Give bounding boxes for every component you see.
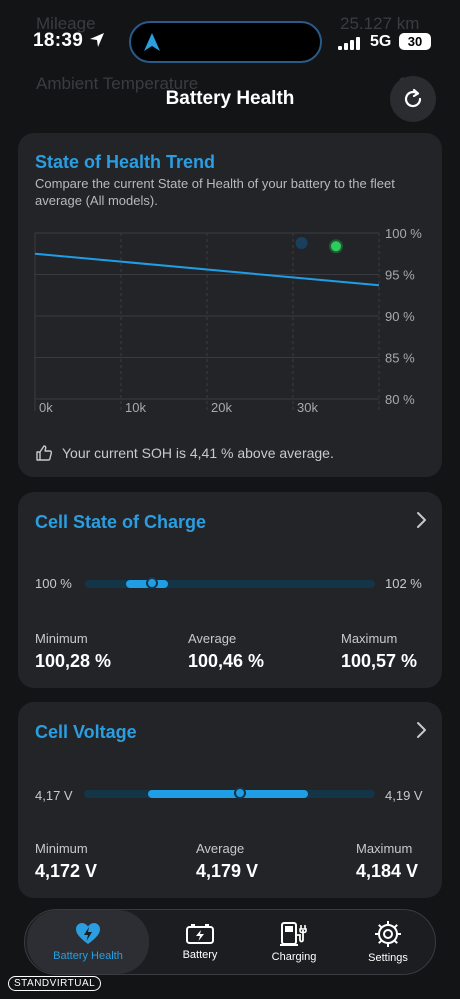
battery-level-indicator: 30 (399, 33, 431, 50)
cell-soc-title: Cell State of Charge (35, 512, 207, 532)
cell-voltage-fill (148, 790, 309, 798)
navigation-icon (144, 33, 160, 51)
tab-charging[interactable]: Charging (247, 910, 341, 974)
status-time: 18:39 (33, 30, 84, 51)
soh-hint: Your current SOH is 4,41 % above average… (35, 444, 334, 462)
watermark: STANDVIRTUAL (8, 976, 102, 991)
cell-soc-average-marker (145, 577, 158, 589)
cell-soc-range-max: 102 % (385, 576, 422, 591)
cell-voltage-average-marker (233, 787, 246, 799)
x-tick-label: 30k (297, 400, 318, 415)
cellular-signal-icon (338, 37, 360, 50)
x-tick-label: 20k (211, 400, 232, 415)
network-type: 5G (370, 33, 392, 50)
cell-voltage-card[interactable]: Cell Voltage 4,17 V 4,19 V Minimum 4,172… (18, 702, 442, 898)
x-tick-label: 10k (125, 400, 146, 415)
charging-station-icon (280, 922, 307, 946)
cell-soc-range-min: 100 % (35, 576, 72, 591)
tab-battery[interactable]: Battery (155, 910, 245, 974)
status-bar: 18:39 5G 30 (0, 0, 460, 88)
cell-voltage-range-max: 4,19 V (385, 788, 423, 803)
location-arrow-icon (90, 33, 104, 47)
cell-voltage-minimum: Minimum 4,172 V (35, 841, 97, 882)
cell-soc-average: Average 100,46 % (188, 631, 264, 672)
stat-value: 100,57 % (341, 651, 418, 671)
cell-soc-card[interactable]: Cell State of Charge 100 % 102 % Minimum… (18, 492, 442, 688)
soh-hint-text: Your current SOH is 4,41 % above average… (62, 445, 334, 461)
stat-value: 100,28 % (35, 651, 112, 671)
cell-voltage-track (84, 787, 375, 799)
refresh-button[interactable] (390, 76, 436, 122)
y-tick-label: 85 % (385, 351, 415, 366)
stat-value: 4,179 V (196, 861, 259, 881)
y-tick-label: 100 % (385, 227, 422, 241)
stat-label: Maximum (356, 841, 413, 856)
stat-value: 4,172 V (35, 861, 98, 881)
stat-value: 4,184 V (356, 861, 419, 881)
tab-settings[interactable]: Settings (343, 910, 433, 974)
cell-voltage-average: Average 4,179 V (196, 841, 258, 882)
battery-bolt-icon (186, 924, 214, 944)
tab-label: Charging (271, 951, 317, 963)
stat-label: Average (188, 631, 237, 646)
tab-battery-health[interactable]: Battery Health (27, 910, 149, 974)
tab-bar: Battery Health Battery Charging Settings (24, 909, 436, 975)
stat-value: 100,46 % (188, 651, 265, 671)
chevron-right-icon[interactable] (416, 721, 428, 739)
soh-chart: 100 % 95 % 90 % 85 % 80 % 0k 10k 20k 30k (34, 227, 422, 415)
chevron-right-icon[interactable] (416, 511, 428, 529)
cell-soc-maximum: Maximum 100,57 % (341, 631, 417, 672)
tab-label: Battery (182, 949, 218, 961)
stat-label: Minimum (35, 841, 88, 856)
thumbs-up-icon (36, 445, 53, 461)
heart-bolt-icon (76, 923, 100, 944)
stat-label: Maximum (341, 631, 398, 646)
current-soh-point (331, 241, 341, 252)
gear-icon (375, 921, 401, 947)
cell-voltage-title: Cell Voltage (35, 722, 137, 742)
stat-label: Average (196, 841, 245, 856)
y-tick-label: 80 % (385, 392, 415, 407)
cell-soc-track (85, 577, 375, 589)
cell-voltage-maximum: Maximum 4,184 V (356, 841, 418, 882)
tab-label: Settings (368, 952, 408, 964)
tab-label: Battery Health (53, 950, 123, 962)
stat-label: Minimum (35, 631, 88, 646)
cell-voltage-range-min: 4,17 V (35, 788, 73, 803)
cell-soc-minimum: Minimum 100,28 % (35, 631, 111, 672)
soh-card-subtitle: Compare the current State of Health of y… (35, 176, 395, 208)
y-tick-label: 95 % (385, 268, 415, 283)
y-tick-label: 90 % (385, 309, 415, 324)
refresh-icon (404, 88, 422, 108)
data-point (295, 236, 308, 249)
soh-trend-card: State of Health Trend Compare the curren… (18, 133, 442, 477)
dynamic-island[interactable] (129, 21, 322, 63)
soh-card-title: State of Health Trend (35, 152, 216, 172)
x-tick-label: 0k (39, 400, 53, 415)
